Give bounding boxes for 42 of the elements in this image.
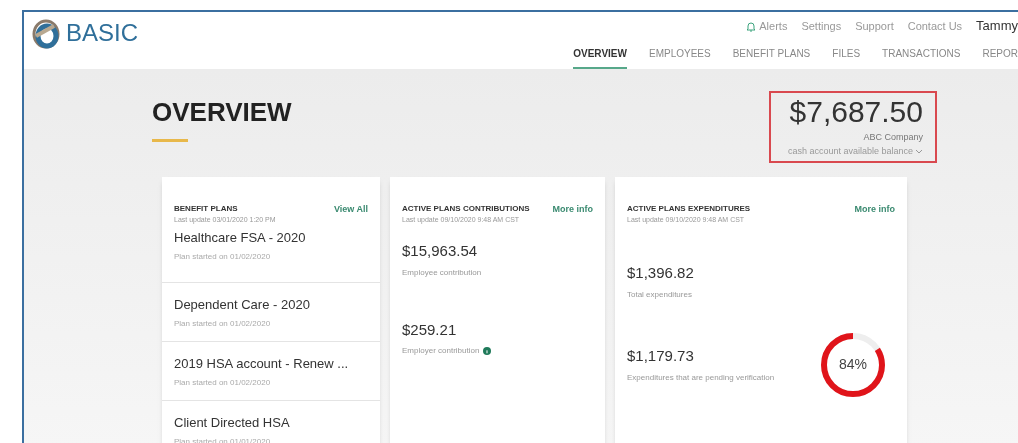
nav-tab[interactable]: EMPLOYEES <box>648 46 711 69</box>
company-name: ABC Company <box>863 131 923 144</box>
plan-name[interactable]: Dependent Care - 2020 <box>174 295 368 315</box>
expenditure-label: Expenditures that are pending verification <box>627 371 775 384</box>
contribution-amount: $259.21 <box>402 319 458 340</box>
chevron-down-icon <box>915 148 923 154</box>
plan-start-date: Plan started on 01/01/2020 <box>174 435 272 443</box>
plan-start-date: Plan started on 01/02/2020 <box>174 250 272 263</box>
logo-text: BASIC <box>66 21 139 45</box>
header-link[interactable]: Settings <box>801 17 842 35</box>
nav-tab[interactable]: FILES <box>832 46 861 69</box>
nav-tab[interactable]: REPOR <box>982 46 1018 69</box>
title-underline <box>152 139 188 142</box>
bell-icon <box>746 20 757 32</box>
contribution-amount: $15,963.54 <box>402 241 479 261</box>
balance-dropdown[interactable]: cash account available balance <box>787 144 923 158</box>
expenditure-amount: $1,179.73 <box>627 346 695 367</box>
info-icon[interactable] <box>483 347 492 355</box>
page-title: OVERVIEW <box>152 99 293 125</box>
header-link[interactable]: Alerts <box>746 17 788 35</box>
card-title: BENEFIT PLANS <box>174 203 239 215</box>
header-link[interactable]: Support <box>855 17 894 35</box>
expenditure-amount: $1,396.82 <box>627 263 695 283</box>
card-title: ACTIVE PLANS EXPENDITURES <box>627 203 751 215</box>
more-link[interactable]: More info <box>552 203 593 224</box>
contribution-label: Employee contribution <box>402 266 482 279</box>
plan-name[interactable]: Client Directed HSA <box>174 413 368 433</box>
nav-tab[interactable]: TRANSACTIONS <box>882 46 961 69</box>
user-name[interactable]: Tammy <box>976 16 1018 36</box>
plan-name[interactable]: Healthcare FSA - 2020 <box>174 228 368 248</box>
plan-start-date: Plan started on 01/02/2020 <box>174 317 272 330</box>
percent-text: 84% <box>839 355 867 374</box>
card-title: ACTIVE PLANS CONTRIBUTIONS <box>402 203 530 215</box>
header-link[interactable]: Contact Us <box>907 17 963 35</box>
more-link[interactable]: More info <box>854 203 895 224</box>
plan-name[interactable]: 2019 HSA account - Renew ... <box>174 354 368 374</box>
more-link[interactable]: View All <box>334 203 368 224</box>
plan-start-date: Plan started on 01/02/2020 <box>174 376 272 389</box>
contribution-label: Employer contribution <box>402 345 480 357</box>
balance-amount: $7,687.50 <box>789 97 923 127</box>
nav-tab[interactable]: BENEFIT PLANS <box>732 46 811 69</box>
expenditure-label: Total expenditures <box>627 288 693 301</box>
